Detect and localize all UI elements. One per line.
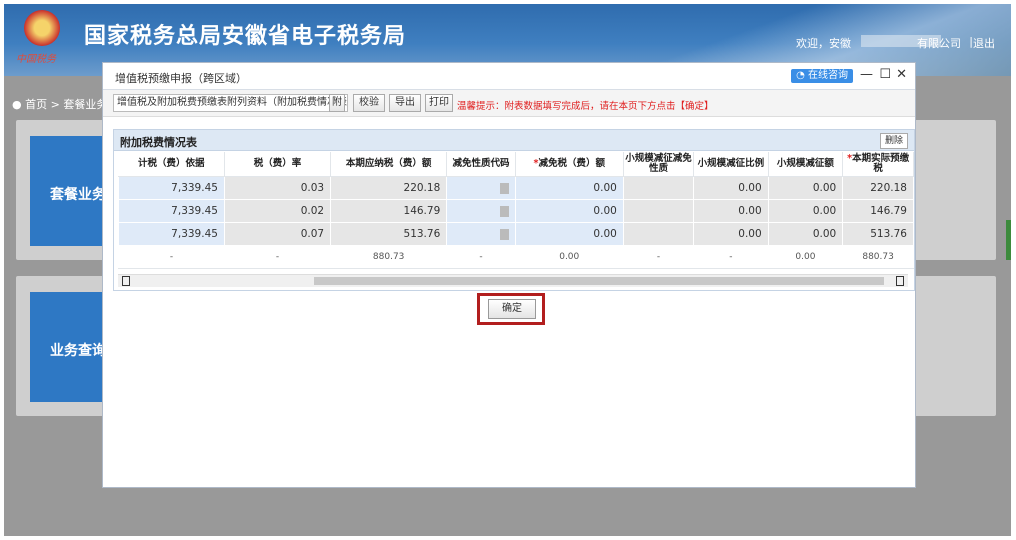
small-scale-amount-cell: 0.00	[767, 176, 844, 200]
small-scale-ratio-cell: 0.00	[693, 222, 769, 246]
small-scale-amount-cell: 0.00	[767, 199, 844, 223]
breadcrumb[interactable]: ● 首页 > 套餐业务	[12, 96, 107, 112]
headset-icon: ◔	[796, 70, 808, 81]
scroll-right-icon[interactable]	[896, 276, 904, 286]
small-scale-amount-cell: 0.00	[767, 222, 844, 246]
attachment-dropdown-icon[interactable]: 附	[329, 94, 345, 112]
surcharge-grid: 附加税费情况表 删除 计税（费）依据 税（费）率 本期应纳税（费）额 减免性质代…	[113, 129, 915, 291]
page-scrollbar-handle[interactable]	[1006, 220, 1011, 260]
total-cell: 0.00	[514, 245, 624, 269]
exemption-code-icon	[499, 182, 509, 194]
table-header-row: 计税（费）依据 税（费）率 本期应纳税（费）额 减免性质代码 *减免税（费）额 …	[118, 152, 914, 177]
total-cell: 0.00	[767, 245, 844, 269]
attachment-select[interactable]: 增值税及附加税费预缴表附列资料（附加税费情况表）	[113, 94, 348, 112]
breadcrumb-text: 首页 > 套餐业务	[25, 98, 108, 111]
total-cell: -	[693, 245, 769, 269]
delete-button[interactable]: 删除	[879, 133, 908, 149]
exemption-code-icon	[499, 228, 509, 240]
grid-title-bar: 附加税费情况表 删除	[114, 130, 914, 151]
logo-text: 中国税务	[16, 54, 56, 65]
total-cell: -	[118, 245, 225, 269]
small-scale-code-cell	[622, 176, 695, 200]
exemption-amount-cell[interactable]: 0.00	[514, 222, 624, 246]
national-emblem-icon	[24, 10, 60, 46]
column-header: 计税（费）依据	[118, 152, 225, 177]
column-header: 小规模减征额	[768, 152, 844, 177]
basis-cell[interactable]: 7,339.45	[118, 176, 225, 200]
actual-prepaid-cell: 513.76	[842, 222, 914, 246]
declaration-modal: 增值税预缴申报（跨区域） ◔ 在线咨询 — ☐ ✕ 增值税及附加税费预缴表附列资…	[102, 62, 916, 488]
column-header: *本期实际预缴税	[842, 152, 914, 177]
total-cell: -	[446, 245, 516, 269]
exemption-code-cell[interactable]	[446, 199, 516, 223]
export-button[interactable]: 导出	[389, 94, 421, 112]
rate-cell: 0.02	[223, 199, 332, 223]
basis-cell[interactable]: 7,339.45	[118, 199, 225, 223]
scrollbar-thumb[interactable]	[314, 277, 884, 285]
modal-header: 增值税预缴申报（跨区域） ◔ 在线咨询 — ☐ ✕	[103, 63, 915, 90]
table-row: 7,339.45 0.07 513.76 0.00 0.00 0.00 513.…	[118, 222, 914, 246]
exemption-amount-cell[interactable]: 0.00	[514, 199, 624, 223]
column-header: 减免性质代码	[446, 152, 516, 177]
confirm-button[interactable]: 确定	[488, 299, 536, 319]
table-row: 7,339.45 0.02 146.79 0.00 0.00 0.00 146.…	[118, 199, 914, 223]
payable-cell: 220.18	[330, 176, 448, 200]
total-cell: 880.73	[330, 245, 448, 269]
small-scale-code-cell	[622, 199, 695, 223]
total-cell: -	[223, 245, 332, 269]
minimize-icon[interactable]: —	[860, 67, 873, 82]
exemption-code-icon	[499, 205, 509, 217]
verify-button[interactable]: 校验	[353, 94, 385, 112]
column-header: 本期应纳税（费）额	[330, 152, 448, 177]
modal-title: 增值税预缴申报（跨区域）	[115, 72, 247, 85]
maximize-icon[interactable]: ☐	[879, 67, 891, 82]
column-header: *减免税（费）额	[515, 152, 624, 177]
column-header: 小规模减征比例	[693, 152, 769, 177]
column-header: 小规模减征减免性质	[623, 152, 695, 177]
logout-link[interactable]: 退出	[973, 35, 995, 51]
app-frame: 中国税务 国家税务总局安徽省电子税务局 欢迎，安徽 有限公司 | 退出 ● 首页…	[4, 4, 1011, 536]
table-row: 7,339.45 0.03 220.18 0.00 0.00 0.00 220.…	[118, 176, 914, 200]
actual-prepaid-cell: 220.18	[842, 176, 914, 200]
surcharge-table: 计税（费）依据 税（费）率 本期应纳税（费）额 减免性质代码 *减免税（费）额 …	[118, 152, 914, 269]
modal-toolbar: 增值税及附加税费预缴表附列资料（附加税费情况表） 附 校验 导出 打印 温馨提示…	[103, 90, 915, 117]
welcome-text: 欢迎，安徽	[796, 37, 851, 50]
print-button[interactable]: 打印	[425, 94, 453, 112]
consult-label: 在线咨询	[808, 70, 848, 81]
small-scale-code-cell	[622, 222, 695, 246]
small-scale-ratio-cell: 0.00	[693, 199, 769, 223]
card-business-query[interactable]: 业务查询	[30, 292, 106, 402]
hint-text: 温馨提示：附表数据填写完成后，请在本页下方点击【确定】	[457, 101, 714, 112]
online-consult-button[interactable]: ◔ 在线咨询	[791, 69, 853, 83]
total-cell: 880.73	[842, 245, 914, 269]
actual-prepaid-cell: 146.79	[842, 199, 914, 223]
rate-cell: 0.03	[223, 176, 332, 200]
company-suffix: 有限公司	[917, 37, 961, 50]
close-icon[interactable]: ✕	[896, 67, 907, 82]
column-header: 税（费）率	[224, 152, 332, 177]
small-scale-ratio-cell: 0.00	[693, 176, 769, 200]
grid-title: 附加税费情况表	[120, 136, 197, 149]
card-label: 套餐业务	[50, 187, 106, 203]
total-row: - - 880.73 - 0.00 - - 0.00 880.73	[118, 245, 914, 269]
card-package-service[interactable]: 套餐业务	[30, 136, 106, 246]
basis-cell[interactable]: 7,339.45	[118, 222, 225, 246]
total-cell: -	[622, 245, 695, 269]
site-title: 国家税务总局安徽省电子税务局	[84, 24, 407, 49]
horizontal-scrollbar[interactable]	[118, 274, 908, 287]
location-pin-icon: ●	[12, 98, 22, 111]
exemption-code-cell[interactable]	[446, 176, 516, 200]
rate-cell: 0.07	[223, 222, 332, 246]
card-label: 业务查询	[50, 343, 106, 359]
payable-cell: 146.79	[330, 199, 448, 223]
exemption-code-cell[interactable]	[446, 222, 516, 246]
exemption-amount-cell[interactable]: 0.00	[514, 176, 624, 200]
scroll-left-icon[interactable]	[122, 276, 130, 286]
payable-cell: 513.76	[330, 222, 448, 246]
